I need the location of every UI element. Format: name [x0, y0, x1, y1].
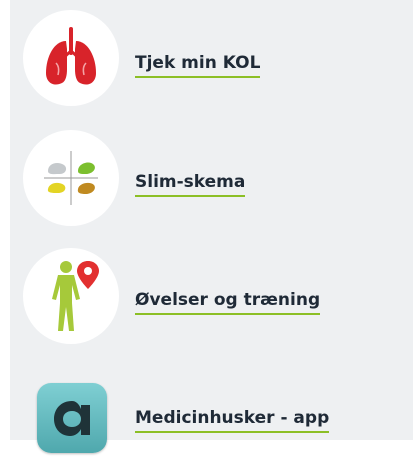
menu-item-slim-skema[interactable]: Slim-skema: [10, 130, 413, 230]
menu-item-medicinhusker-app[interactable]: Medicinhusker - app: [10, 370, 413, 470]
menu-item-ovelser-og-traening[interactable]: Øvelser og træning: [10, 248, 413, 348]
app-a-icon: [37, 383, 107, 453]
lungs-icon: [23, 10, 119, 106]
menu-item-label: Medicinhusker - app: [135, 408, 330, 433]
menu-item-tjek-min-kol[interactable]: Tjek min KOL: [10, 10, 413, 110]
menu-item-label: Øvelser og træning: [135, 290, 321, 315]
body-location-icon: [23, 248, 119, 344]
mucus-chart-icon: [23, 130, 119, 226]
menu-panel: Tjek min KOL Slim-skema Øvelser og træni…: [10, 0, 413, 453]
menu-item-label: Slim-skema: [135, 172, 246, 197]
menu-item-label: Tjek min KOL: [135, 53, 261, 78]
